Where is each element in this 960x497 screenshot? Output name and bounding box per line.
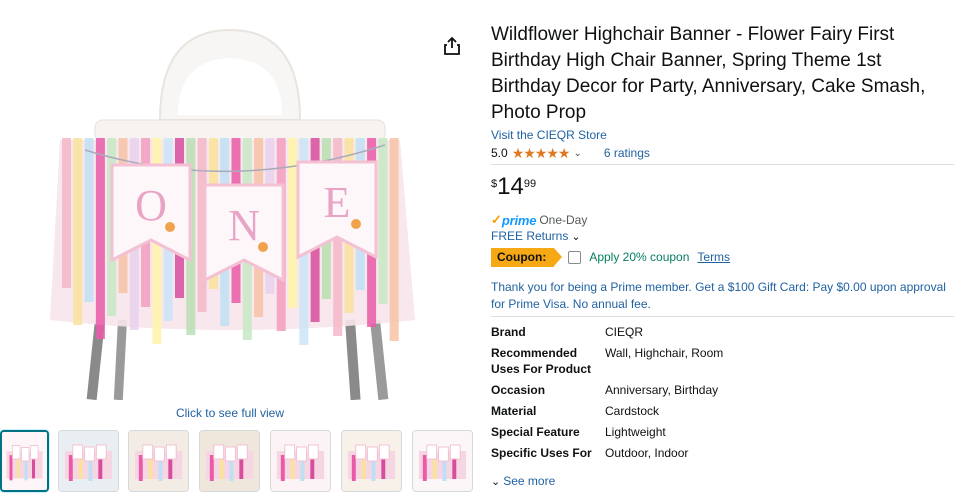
specs-table: Brand CIEQR Recommended Uses For Product Wa… bbox=[491, 324, 954, 461]
prime-delivery: One-Day bbox=[539, 213, 588, 227]
spec-value: Wall, Highchair, Room bbox=[605, 346, 724, 360]
chevron-down-icon[interactable]: ⌄ bbox=[573, 148, 581, 159]
ribbon bbox=[73, 138, 83, 325]
see-more-label: See more bbox=[503, 474, 556, 488]
free-returns-label: FREE Returns bbox=[491, 229, 569, 243]
coupon-badge: Coupon: bbox=[491, 247, 563, 267]
banner-letter: O bbox=[135, 181, 167, 230]
divider bbox=[491, 316, 954, 317]
main-product-image[interactable]: ONE bbox=[40, 20, 420, 401]
spec-key: Recommended Uses For Product bbox=[491, 346, 592, 376]
thumbnail-image bbox=[342, 431, 401, 491]
thumb-3[interactable] bbox=[128, 430, 189, 492]
thumbnail-image bbox=[129, 431, 188, 491]
rating-row: 5.0 ★★★★★ ⌄ 6 ratings bbox=[491, 145, 650, 161]
store-link[interactable]: Visit the CIEQR Store bbox=[491, 128, 607, 142]
spec-row: Special Feature Lightweight bbox=[491, 424, 954, 445]
ribbon bbox=[288, 138, 297, 308]
price-whole: 14 bbox=[497, 173, 524, 200]
see-more-link[interactable]: ⌄ See more bbox=[491, 474, 555, 488]
chevron-down-icon: ⌄ bbox=[571, 230, 581, 243]
thumbnail-image bbox=[413, 431, 472, 491]
ribbon bbox=[95, 138, 105, 339]
thumb-4[interactable] bbox=[199, 430, 260, 492]
prime-visa-promo[interactable]: Thank you for being a Prime member. Get … bbox=[491, 279, 953, 313]
share-icon[interactable] bbox=[442, 36, 462, 56]
spec-row: Specific Uses For Product Outdoor, Indoor bbox=[491, 445, 954, 461]
spec-value: Cardstock bbox=[605, 404, 660, 418]
spec-row: Occasion Anniversary, Birthday bbox=[491, 382, 954, 403]
ribbon bbox=[84, 138, 94, 302]
spec-key: Brand bbox=[491, 325, 526, 339]
ribbon bbox=[389, 138, 399, 341]
full-view-link[interactable]: Click to see full view bbox=[150, 406, 310, 420]
thumb-1[interactable] bbox=[0, 430, 49, 492]
thumb-5[interactable] bbox=[270, 430, 331, 492]
spec-value: Lightweight bbox=[605, 425, 666, 439]
spec-value: Outdoor, Indoor bbox=[605, 446, 689, 460]
spec-key: Occasion bbox=[491, 383, 546, 397]
thumbnail-strip bbox=[0, 430, 478, 492]
prime-badge: ✓ prime One-Day bbox=[491, 212, 587, 228]
divider bbox=[491, 164, 954, 165]
ratings-count-link[interactable]: 6 ratings bbox=[604, 146, 650, 160]
coupon-text[interactable]: Apply 20% coupon bbox=[589, 250, 689, 264]
spec-key: Special Feature bbox=[491, 425, 580, 439]
thumbnail-image bbox=[271, 431, 330, 491]
thumbnail-image bbox=[2, 432, 47, 490]
thumb-6[interactable] bbox=[341, 430, 402, 492]
banner-letter: N bbox=[228, 201, 260, 250]
product-title: Wildflower Highchair Banner - Flower Fai… bbox=[491, 24, 926, 123]
star-rating-icon[interactable]: ★★★★★ bbox=[512, 145, 571, 162]
terms-link[interactable]: Terms bbox=[697, 250, 730, 264]
chevron-down-icon: ⌄ bbox=[491, 475, 501, 488]
banner-letter: E bbox=[324, 178, 351, 227]
spec-value: CIEQR bbox=[605, 325, 644, 339]
price: $ 14 99 bbox=[491, 174, 536, 200]
ribbon bbox=[378, 138, 388, 304]
spec-key: Material bbox=[491, 404, 537, 418]
thumb-2[interactable] bbox=[58, 430, 119, 492]
ribbon bbox=[62, 138, 71, 288]
coupon-row: Coupon: Apply 20% coupon Terms bbox=[491, 247, 730, 267]
spec-value: Anniversary, Birthday bbox=[605, 383, 719, 397]
free-returns-link[interactable]: FREE Returns ⌄ bbox=[491, 229, 581, 243]
spec-row: Material Cardstock bbox=[491, 403, 954, 424]
thumb-7[interactable] bbox=[412, 430, 473, 492]
prime-logo: prime bbox=[501, 212, 537, 228]
coupon-checkbox[interactable] bbox=[568, 250, 582, 264]
spec-row: Recommended Uses For Product Wall, Highch… bbox=[491, 345, 954, 382]
thumbnail-image bbox=[59, 431, 118, 491]
prime-check-icon: ✓ bbox=[491, 212, 502, 227]
thumbnail-image bbox=[200, 431, 259, 491]
spec-key: Specific Uses For Product bbox=[491, 446, 592, 460]
price-fraction: 99 bbox=[523, 178, 537, 190]
spec-row: Brand CIEQR bbox=[491, 324, 954, 345]
rating-value: 5.0 bbox=[491, 146, 508, 160]
